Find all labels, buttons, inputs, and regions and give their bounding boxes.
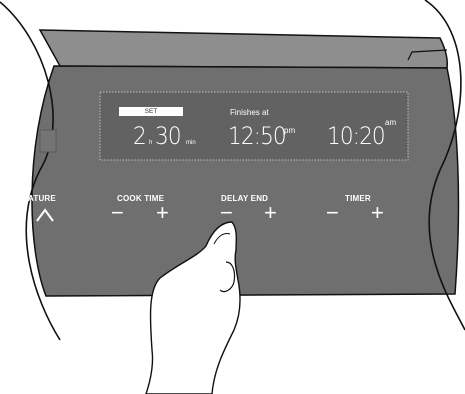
timer-minus-button[interactable]: − [326,202,339,224]
set-badge-label: SET [144,108,158,115]
timer-label: TIMER [345,194,371,203]
cook-time-minutes: 30 [155,122,182,150]
cook-time-hours-unit: h [149,140,153,146]
finishes-at-meridiem: pm [284,126,296,135]
delay-end-minus-button[interactable]: − [220,202,233,224]
left-recess [39,129,57,153]
clock-meridiem: am [385,118,397,127]
temperature-up-button[interactable] [33,206,57,224]
cook-time-plus-button[interactable]: + [156,202,169,224]
timer-plus-button[interactable]: + [371,202,384,224]
clock-time: 10:20 [327,122,386,150]
temperature-label: RATURE [22,194,56,203]
cook-time-minus-button[interactable]: − [111,202,124,224]
delay-end-plus-button[interactable]: + [264,202,277,224]
set-badge: SET [119,107,183,116]
finishes-at-label: Finishes at [230,108,269,117]
cook-time-minutes-unit: min [186,140,196,146]
chevron-up-icon [36,208,54,222]
panel-top-bezel [38,29,448,69]
cook-time-hours: 2 [133,122,147,150]
finishes-at-time: 12:50 [228,122,287,150]
